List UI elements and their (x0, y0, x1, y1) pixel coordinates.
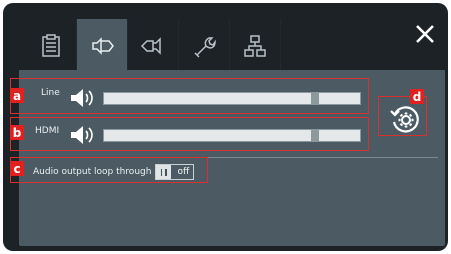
tab-audio-output[interactable] (77, 19, 128, 73)
callout-label-c: c (10, 161, 24, 176)
network-icon (244, 35, 266, 57)
tab-bar (26, 19, 281, 73)
tab-audio-input[interactable] (128, 19, 179, 73)
tab-tools[interactable] (179, 19, 230, 73)
callout-box-b (10, 117, 369, 151)
tab-network[interactable] (230, 19, 281, 73)
callout-box-a (10, 78, 369, 114)
callout-label-d: d (410, 89, 424, 104)
close-icon[interactable] (414, 23, 436, 45)
audio-input-icon (140, 37, 161, 55)
clipboard-icon (42, 34, 60, 57)
callout-label-a: a (10, 88, 24, 103)
wrench-icon (194, 37, 216, 58)
callout-label-b: b (10, 125, 24, 140)
audio-settings-window: Line HDMI Audio output loop through off (3, 3, 448, 251)
callout-box-c (10, 157, 208, 183)
audio-output-icon (92, 37, 114, 55)
tab-general[interactable] (26, 19, 77, 73)
